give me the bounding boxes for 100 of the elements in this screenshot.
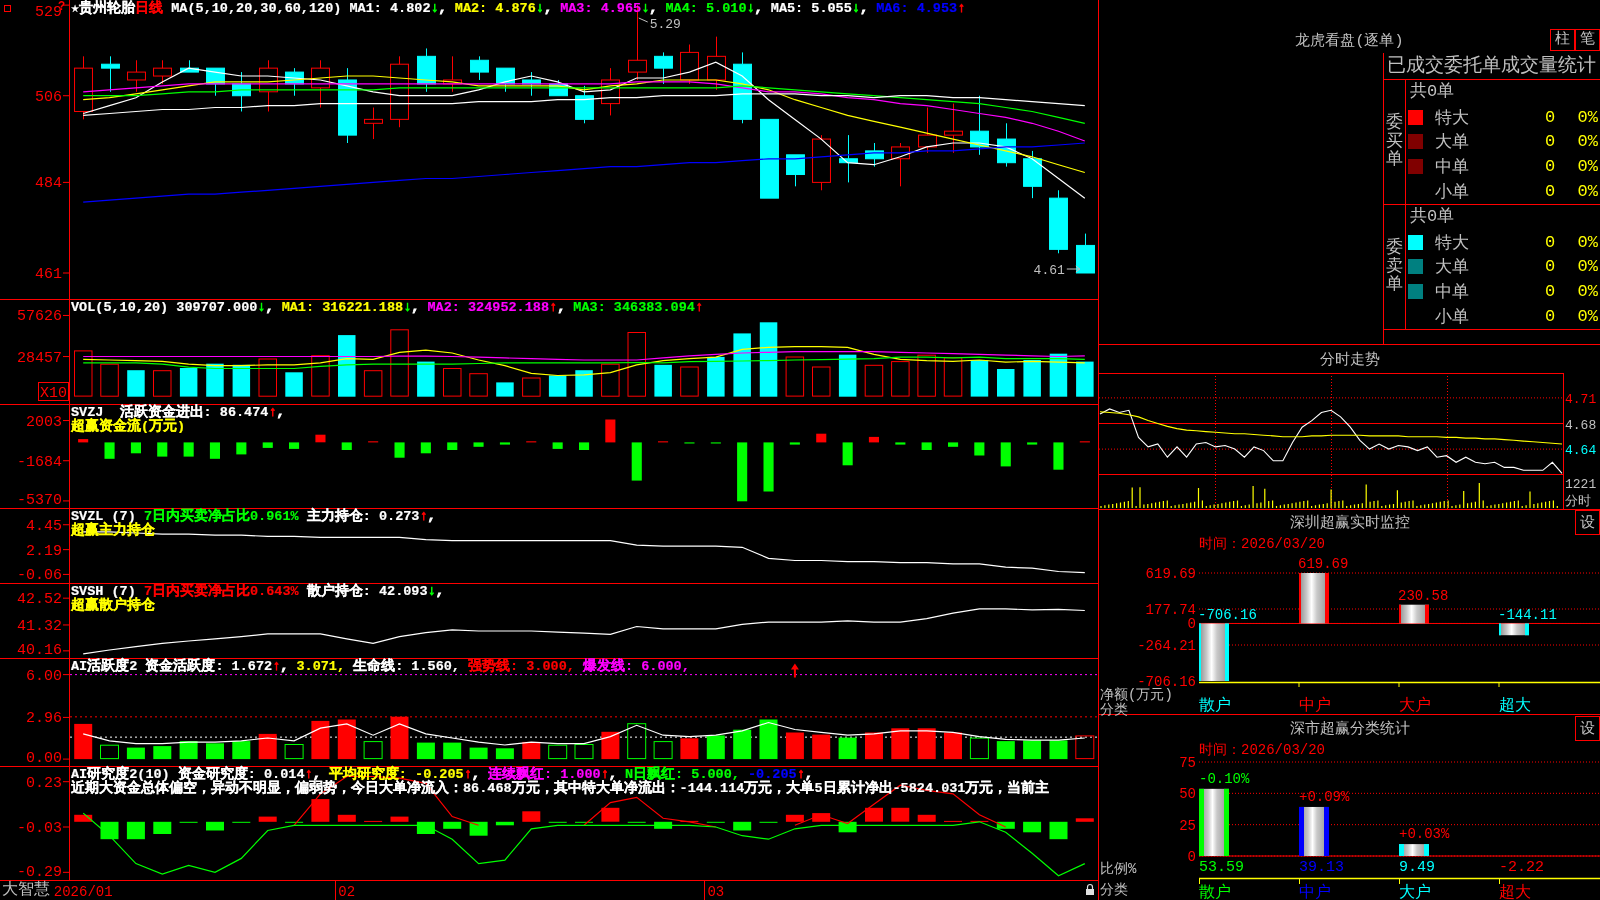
ratio-bar [1299, 806, 1329, 856]
fund-flow-bar [78, 439, 89, 443]
axis-label: 分时 [1565, 494, 1591, 509]
axis-label: -0.29 [17, 864, 62, 880]
order-volume: 0 [1543, 157, 1557, 177]
axis-label: 42.52 [17, 591, 62, 609]
candlestick [1076, 233, 1095, 274]
research-bar [891, 807, 910, 822]
fund-flow-bar [816, 433, 827, 443]
research-bar [337, 814, 356, 822]
category-label: 中户 [1299, 697, 1331, 715]
indicator-legend: AI活跃度2 资金活跃度: 1.672↑, 3.071, 生命线: 1.560, 强势线: 3.000, 爆发线: 6.000, [71, 659, 690, 674]
square-icon[interactable] [4, 5, 11, 12]
fund-flow-bar [1053, 442, 1064, 470]
axis-label: 619.69 [1145, 566, 1196, 582]
mode-button[interactable]: 笔 [1575, 29, 1600, 51]
date-label: 02 [338, 884, 356, 900]
research-bar [733, 821, 752, 831]
fund-flow-bar [473, 442, 484, 447]
candlestick [944, 103, 963, 154]
order-volume: 0 [1543, 107, 1557, 127]
fund-flow-bar [552, 442, 563, 449]
change-label: +0.03% [1399, 826, 1450, 843]
category-label: 大户 [1399, 697, 1431, 715]
order-percent: 0% [1576, 182, 1599, 202]
candlestick [786, 154, 805, 187]
axis-label: 2.96 [26, 710, 62, 728]
candlestick [601, 67, 620, 116]
candlestick [997, 122, 1016, 168]
panel-title: 深市超赢分类统计 [1289, 719, 1410, 738]
order-size-label: 特大 [1434, 107, 1470, 129]
research-bar [996, 821, 1015, 829]
research-bar [390, 816, 409, 822]
value-label: 39.13 [1299, 859, 1344, 876]
indicator-legend: 超赢散户持仓 [71, 598, 155, 613]
order-volume: 0 [1543, 282, 1557, 302]
candlestick [549, 79, 568, 97]
axis-label: 6.00 [26, 667, 62, 685]
axis-label: 2003 [26, 413, 62, 431]
panel-title: 深圳超赢实时监控 [1289, 513, 1410, 532]
candlestick [812, 134, 831, 191]
value-label: 9.49 [1399, 859, 1435, 876]
net-amount-bar [1499, 623, 1529, 636]
order-size-label: 中单 [1434, 282, 1470, 304]
candlestick [865, 142, 884, 168]
value-label: -2.22 [1499, 859, 1544, 876]
candlestick [364, 107, 383, 140]
candlestick [417, 47, 436, 93]
order-percent: 0% [1576, 232, 1599, 252]
fund-flow-bar [130, 442, 141, 454]
candlestick [470, 55, 489, 81]
fund-flow-bar [921, 442, 932, 450]
axis-label: -1684 [17, 453, 62, 471]
fund-flow-bar [420, 442, 431, 454]
timestamp: 时间：2026/03/20 [1199, 536, 1325, 552]
fund-flow-bar [209, 442, 220, 459]
research-bar [126, 821, 145, 840]
candlestick [206, 67, 225, 97]
category-label: 散户 [1199, 884, 1231, 900]
panel-title: 龙虎看盘(逐单) [1295, 31, 1404, 50]
research-bar [74, 814, 93, 822]
mode-button[interactable]: 柱 [1550, 29, 1575, 51]
candlestick [153, 59, 172, 85]
lock-icon[interactable] [1086, 883, 1094, 895]
order-percent: 0% [1576, 257, 1599, 277]
axis-label: 0.00 [26, 750, 62, 766]
fund-flow-bar [842, 442, 853, 466]
research-bar [100, 821, 119, 840]
order-percent: 0% [1576, 157, 1599, 177]
order-size-label: 小单 [1434, 307, 1470, 329]
fund-flow-bar [183, 442, 194, 457]
axis-label: -0.06 [17, 567, 62, 583]
value-label: 53.59 [1199, 859, 1244, 876]
category-label: 超大 [1499, 697, 1531, 715]
candlestick [74, 55, 93, 120]
ratio-bar [1199, 788, 1229, 856]
settings-button[interactable]: 设 [1575, 715, 1600, 741]
candlestick [311, 59, 330, 109]
indicator-legend: 超赢资金流(万元) [71, 419, 186, 434]
order-size-label: 大单 [1434, 132, 1470, 154]
axis-label: 57626 [17, 308, 62, 326]
fund-flow-bar [631, 442, 642, 481]
axis-label: 28457 [17, 349, 62, 367]
order-volume: 0 [1543, 232, 1557, 252]
value-label: -706.16 [1198, 607, 1257, 624]
research-bar [206, 821, 224, 831]
axis-label: 75 [1179, 755, 1196, 771]
research-bar [917, 814, 936, 822]
indicator-legend: VOL(5,10,20) 309707.000↓, MA1: 316221.188↓, MA2: 324952.188↑, MA3: 346383.094↑ [71, 300, 703, 315]
research-bar [601, 807, 620, 822]
fund-flow-bar [104, 442, 115, 459]
research-bar [1023, 821, 1042, 833]
fund-flow-bar [737, 442, 748, 502]
settings-button[interactable]: 设 [1575, 510, 1600, 535]
net-amount-bar [1199, 623, 1229, 681]
research-bar [469, 821, 488, 836]
category-label: 散户 [1199, 697, 1231, 715]
panel-title: 分时走势 [1319, 350, 1380, 369]
research-bar [495, 821, 514, 826]
research-bar [865, 807, 883, 822]
